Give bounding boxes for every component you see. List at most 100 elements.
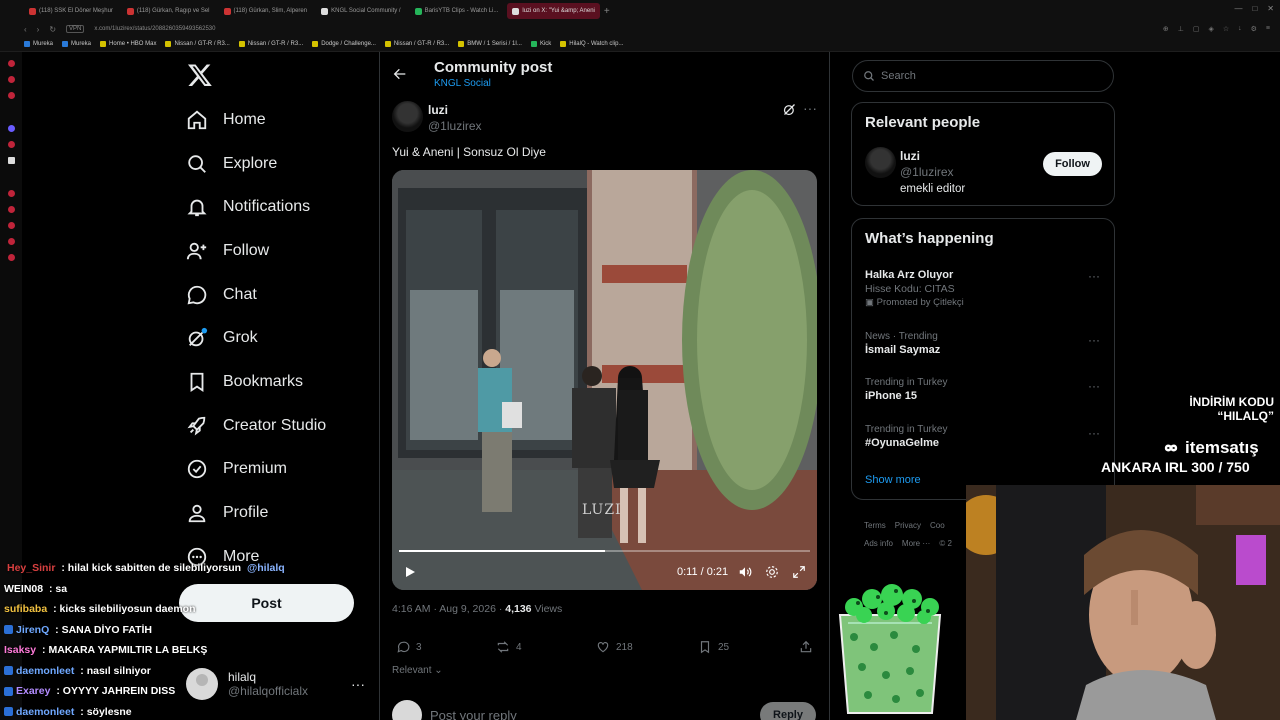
video-player[interactable]: LUZI 0:11 / 0:21 [392, 170, 817, 590]
browser-tab[interactable]: BarisYTB Clips - Watch Li... [410, 3, 504, 19]
bookmark-item[interactable]: Home • HBO Max [100, 40, 156, 47]
trend-item[interactable]: Trending in Turkey iPhone 15 ··· [865, 377, 1100, 402]
browser-tab[interactable]: KNGL Social Community / [316, 3, 405, 19]
footer-link[interactable]: Coo [930, 521, 945, 530]
settings-icon[interactable]: ⚙ [1251, 25, 1257, 33]
follow-button[interactable]: Follow [1043, 152, 1102, 176]
bookmark-button[interactable]: 25 [698, 640, 729, 654]
sidebar-app-icon[interactable] [7, 92, 15, 99]
browser-tab[interactable]: luzi on X: "Yui &amp; Aneni [507, 3, 600, 19]
menu-icon[interactable]: ≡ [1266, 25, 1270, 33]
trend-item[interactable]: Halka Arz Oluyor Hisse Kodu: CITAS ▣ Pro… [865, 267, 1100, 308]
sidebar-app-icon[interactable] [7, 141, 15, 148]
bookmark-item[interactable]: Mureka [24, 40, 53, 47]
browser-tab[interactable]: (118) Gürkan, Ragıp ve Sel [122, 3, 215, 19]
bookmark-item[interactable]: Nissan / GT-R / R3... [165, 40, 230, 47]
bookmark-item[interactable]: Nissan / GT-R / R3... [384, 40, 449, 47]
share-button[interactable] [799, 640, 813, 654]
nav-creator-studio[interactable]: Creator Studio [186, 404, 326, 448]
person-handle[interactable]: @1luzirex [900, 165, 954, 179]
vpn-badge[interactable]: VPN [66, 25, 85, 33]
footer-link[interactable]: Terms [864, 521, 886, 530]
avatar[interactable] [392, 101, 423, 132]
bookmark-item[interactable]: Nissan / GT-R / R3... [238, 40, 303, 47]
browser-tab[interactable]: (118) SSK El Döner Meşhur [24, 3, 118, 19]
forward-nav-icon[interactable]: › [37, 25, 40, 34]
download-icon[interactable]: ↓ [1238, 25, 1242, 33]
nav-notifications[interactable]: Notifications [186, 185, 326, 229]
nav-profile[interactable]: Profile [186, 491, 326, 535]
bookmark-star-icon[interactable]: ☆ [1223, 25, 1229, 33]
more-icon[interactable]: ··· [1088, 333, 1100, 347]
show-more-link[interactable]: Show more [865, 474, 921, 486]
nav-chat[interactable]: Chat [186, 273, 326, 317]
back-nav-icon[interactable]: ‹ [24, 25, 27, 34]
reply-composer[interactable]: Post your reply [392, 700, 517, 720]
reply-sort-dropdown[interactable]: Relevant ⌄ [392, 665, 443, 676]
new-tab-button[interactable]: + [600, 6, 614, 17]
sidebar-app-icon[interactable] [7, 254, 15, 261]
sidebar-app-icon[interactable] [7, 76, 15, 83]
reply-button[interactable]: 3 [396, 640, 422, 654]
sidebar-app-icon[interactable] [7, 206, 15, 213]
shield-icon[interactable]: ◈ [1208, 25, 1213, 33]
url-field[interactable]: x.com/1luzirex/status/208826035949356253… [94, 26, 215, 32]
nav-follow[interactable]: Follow [186, 229, 326, 273]
video-progress-bar[interactable] [399, 550, 810, 552]
footer-link[interactable]: Ads info [864, 539, 893, 548]
bookmark-item[interactable]: BMW / 1 Serisi / 1I... [458, 40, 522, 47]
nav-premium[interactable]: Premium [186, 448, 326, 492]
like-button[interactable]: 218 [596, 640, 633, 654]
trend-item[interactable]: News · Trending İsmail Saymaz ··· [865, 331, 1100, 356]
nav-bookmarks[interactable]: Bookmarks [186, 360, 326, 404]
bookmark-item[interactable]: Kick [530, 40, 551, 47]
nav-explore[interactable]: Explore [186, 142, 326, 186]
footer-link[interactable]: More ··· [902, 539, 930, 548]
x-app-icon[interactable] [7, 157, 15, 164]
reload-icon[interactable]: ↻ [49, 25, 56, 34]
grok-icon[interactable] [782, 102, 797, 117]
x-logo-icon[interactable] [187, 62, 213, 88]
zoom-icon[interactable]: ⊕ [1163, 25, 1169, 33]
nav-home[interactable]: Home [186, 98, 326, 142]
tweet-author-name[interactable]: luzi [428, 103, 448, 117]
sidebar-app-icon[interactable] [7, 222, 15, 229]
more-icon[interactable]: ··· [1088, 426, 1100, 440]
avatar[interactable] [865, 147, 896, 178]
minimize-icon[interactable]: — [1234, 4, 1242, 13]
back-arrow-icon[interactable] [392, 66, 408, 82]
search-input[interactable]: Search [852, 60, 1114, 92]
sidebar-app-icon[interactable] [7, 60, 15, 67]
person-name[interactable]: luzi [900, 149, 920, 163]
twitch-icon[interactable] [7, 125, 15, 132]
more-icon[interactable]: ··· [803, 100, 817, 116]
tweet-author-handle[interactable]: @1luzirex [428, 119, 482, 133]
bookmark-item[interactable]: Dodge / Challenge... [312, 40, 376, 47]
post-button[interactable]: Post [179, 584, 354, 622]
more-icon[interactable]: ··· [351, 676, 365, 692]
play-icon[interactable] [404, 566, 416, 578]
more-icon[interactable]: ··· [1088, 379, 1100, 393]
sidebar-app-icon[interactable] [7, 238, 15, 245]
community-link[interactable]: KNGL Social [434, 78, 491, 89]
account-switcher[interactable]: hilalq @hilalqofficialx ··· [186, 668, 365, 700]
bookmark-item[interactable]: Mureka [62, 40, 91, 47]
close-window-icon[interactable]: ✕ [1267, 4, 1274, 13]
volume-icon[interactable] [738, 565, 752, 579]
tweet-timestamp[interactable]: 4:16 AM · Aug 9, 2026 · [392, 603, 505, 615]
trend-item[interactable]: Trending in Turkey #OyunaGelme ··· [865, 424, 1100, 449]
pin-icon[interactable]: ⊥ [1178, 25, 1184, 33]
more-icon[interactable]: ··· [1088, 269, 1100, 283]
sidebar-app-icon[interactable] [7, 190, 15, 197]
fullscreen-icon[interactable] [792, 565, 806, 579]
footer-link[interactable]: © 2 [939, 539, 952, 548]
browser-tab[interactable]: (118) Gürkan, Slim, Alperen [219, 3, 313, 19]
maximize-icon[interactable]: □ [1252, 4, 1257, 13]
settings-gear-icon[interactable] [765, 565, 779, 579]
bookmark-item[interactable]: HilalQ - Watch clip... [560, 40, 623, 47]
reply-input[interactable]: Post your reply [430, 708, 517, 720]
nav-grok[interactable]: Grok [186, 316, 326, 360]
reply-submit-button[interactable]: Reply [760, 702, 816, 720]
screenshot-icon[interactable]: ▢ [1193, 25, 1200, 33]
repost-button[interactable]: 4 [496, 640, 522, 654]
